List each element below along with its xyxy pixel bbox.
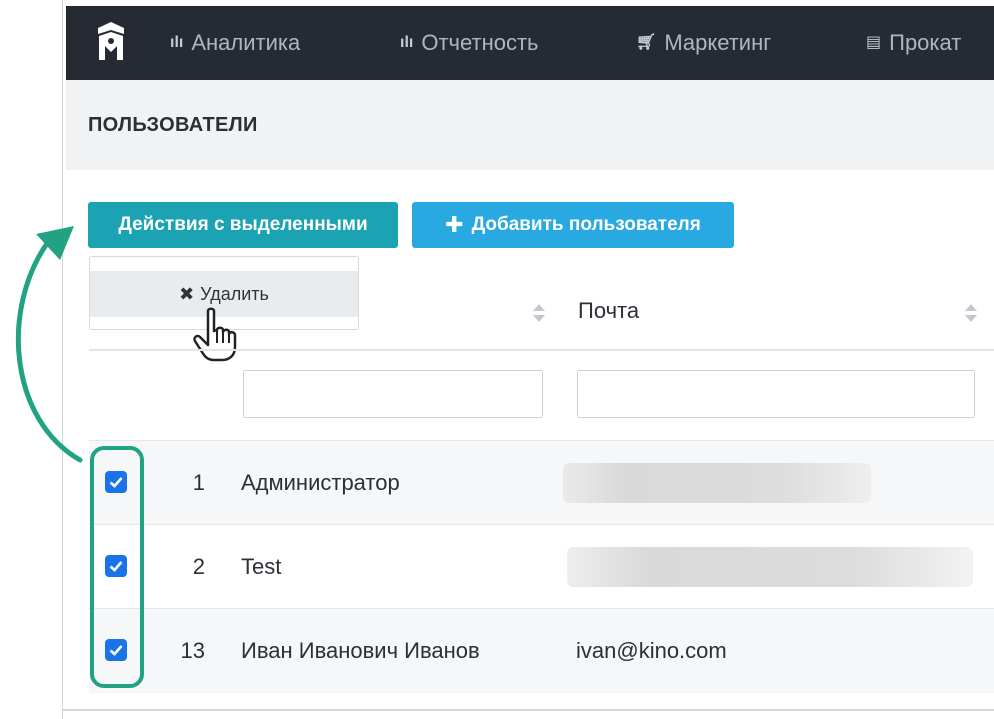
bulk-actions-button[interactable]: Действия с выделенными (88, 202, 398, 248)
user-name: Test (241, 554, 282, 579)
bottom-border (62, 709, 994, 711)
blurred-email (567, 547, 973, 587)
table-row[interactable]: 1 Администратор (89, 440, 994, 525)
delete-label: Удалить (200, 283, 269, 304)
user-id: 2 (192, 554, 205, 579)
user-name: Администратор (241, 470, 400, 495)
bar-chart-icon: ılı (170, 34, 184, 51)
top-navbar: ılı Аналитика ılı Отчетность 🛒︎ Маркетин… (66, 6, 994, 80)
add-user-label: Добавить пользователя (471, 214, 701, 235)
nav-item-label: Аналитика (191, 30, 301, 55)
table-row[interactable]: 13 Иван Иванович Иванов ivan@kino.com (89, 608, 994, 693)
nav-item-rental[interactable]: ▤ Прокат (866, 6, 961, 80)
app-logo-icon[interactable] (96, 22, 126, 62)
nav-item-reports[interactable]: ılı Отчетность (400, 6, 539, 80)
blurred-email (563, 463, 871, 503)
page-title: ПОЛЬЗОВАТЕЛИ (88, 114, 258, 136)
sort-icon[interactable] (532, 302, 546, 324)
user-id: 1 (192, 470, 205, 495)
user-id: 13 (180, 638, 205, 663)
checkbox-highlight (90, 446, 144, 688)
name-filter-input[interactable] (243, 370, 543, 418)
hand-pointer-icon (193, 307, 237, 362)
email-filter-input[interactable] (577, 370, 975, 418)
nav-item-label: Прокат (889, 30, 962, 55)
page-header: ПОЛЬЗОВАТЕЛИ (66, 80, 994, 170)
user-name: Иван Иванович Иванов (241, 638, 480, 663)
annotation-arrow-icon (15, 226, 83, 463)
nav-item-marketing[interactable]: 🛒︎ Маркетинг (636, 6, 771, 80)
table-row[interactable]: 2 Test (89, 524, 994, 609)
nav-item-label: Маркетинг (664, 30, 772, 55)
film-icon: ▤ (866, 34, 882, 51)
add-user-button[interactable]: ✚ Добавить пользователя (412, 202, 734, 248)
column-header-email[interactable]: Почта (578, 298, 639, 324)
user-email: ivan@kino.com (576, 638, 727, 663)
sort-icon[interactable] (964, 302, 978, 324)
shopping-cart-icon: 🛒︎ (636, 34, 657, 51)
table-header-divider (89, 349, 994, 351)
nav-item-label: Отчетность (421, 30, 539, 55)
close-icon: ✖ (179, 283, 195, 304)
bar-chart-icon: ılı (400, 34, 414, 51)
plus-icon: ✚ (445, 212, 464, 237)
nav-item-analytics[interactable]: ılı Аналитика (170, 6, 300, 80)
bulk-actions-label: Действия с выделенными (118, 214, 368, 235)
